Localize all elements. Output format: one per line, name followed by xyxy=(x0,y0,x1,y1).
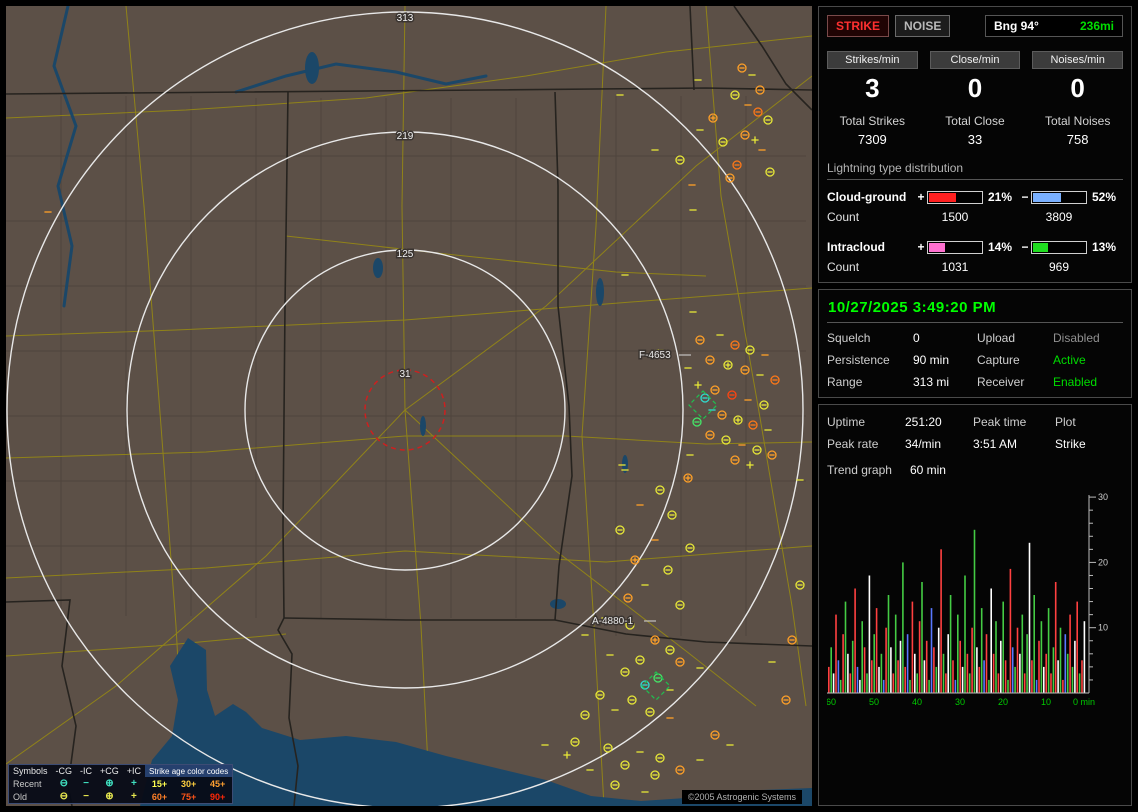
total-counters: Total Strikes 7309 Total Close 33 Total … xyxy=(827,114,1123,147)
total-noises: Total Noises 758 xyxy=(1044,114,1111,147)
total-strikes: Total Strikes 7309 xyxy=(839,114,905,147)
noises-per-min: Noises/min 0 xyxy=(1032,51,1123,104)
age-code-90: 90+ xyxy=(210,791,226,802)
old-ic-plus-icon: + xyxy=(130,791,137,802)
stats-box: STRIKE NOISE Bng 94° 236mi Strikes/min 3… xyxy=(818,6,1132,283)
ic-neg-bar xyxy=(1031,240,1087,254)
cg-neg-bar xyxy=(1031,190,1087,204)
ring-label-31: 31 xyxy=(399,369,411,380)
ring-label-313: 313 xyxy=(397,13,414,24)
svg-text:60: 60 xyxy=(827,697,836,707)
lightning-map[interactable]: 313 219 125 31 F-4653 A-4880-1 xyxy=(6,6,812,806)
datetime-display: 10/27/2025 3:49:20 PM xyxy=(828,299,997,316)
legend-col-pos-cg: +CG xyxy=(100,766,119,776)
plus-sign: + xyxy=(917,190,925,204)
recent-cg-plus-icon: ⊕ xyxy=(105,778,114,789)
ring-label-125: 125 xyxy=(397,249,414,260)
strike-legend: Symbols -CG -IC +CG +IC Strike age color… xyxy=(8,764,234,804)
rate-counters: Strikes/min 3 Close/min 0 Noises/min 0 xyxy=(827,51,1123,104)
svg-text:10: 10 xyxy=(1098,623,1108,633)
close-per-min-value: 0 xyxy=(967,73,983,103)
minus-sign: − xyxy=(1021,240,1029,254)
upload-status: Disabled xyxy=(1053,331,1100,345)
trend-graph: 30 20 10 60 50 40 30 20 10 0 min xyxy=(827,492,1108,707)
recent-ic-plus-icon: + xyxy=(130,778,137,789)
legend-recent-label: Recent xyxy=(13,778,42,789)
age-code-30: 30+ xyxy=(180,778,197,789)
legend-age-title: Strike age color codes xyxy=(145,765,233,777)
close-per-min: Close/min 0 xyxy=(929,51,1021,104)
plus-sign: + xyxy=(917,240,925,254)
distribution-title: Lightning type distribution xyxy=(827,161,1123,180)
strikes-per-min-value: 3 xyxy=(865,73,880,103)
trend-graph-label: Trend graph xyxy=(827,463,892,477)
age-code-60: 60+ xyxy=(151,791,168,802)
status-box: 10/27/2025 3:49:20 PM Squelch 0 Upload D… xyxy=(818,289,1132,398)
legend-col-pos-ic: +IC xyxy=(126,766,142,776)
legend-col-neg-cg: -CG xyxy=(55,766,73,776)
close-per-min-label: Close/min xyxy=(929,51,1021,69)
noises-per-min-label: Noises/min xyxy=(1032,51,1123,69)
strike-button[interactable]: STRIKE xyxy=(827,15,890,37)
trend-box: Uptime 251:20 Peak time Plot Peak rate 3… xyxy=(818,404,1132,806)
receiver-status: Enabled xyxy=(1053,375,1098,389)
cloud-ground-counts: Count 1500 3809 xyxy=(827,210,1073,224)
total-close: Total Close 33 xyxy=(945,114,1005,147)
bearing-display: Bng 94° 236mi xyxy=(985,15,1123,37)
noise-button[interactable]: NOISE xyxy=(895,15,951,37)
ic-pos-bar xyxy=(927,240,983,254)
recent-cg-minus-icon: ⊖ xyxy=(59,778,68,789)
ring-label-219: 219 xyxy=(397,131,414,142)
svg-text:20: 20 xyxy=(998,697,1008,707)
control-panel: STRIKE NOISE Bng 94° 236mi Strikes/min 3… xyxy=(818,6,1132,806)
age-code-45: 45+ xyxy=(210,778,226,789)
age-code-75: 75+ xyxy=(180,791,197,802)
bearing-range: 236mi xyxy=(1079,19,1114,33)
recent-ic-minus-icon: − xyxy=(83,778,89,789)
svg-text:30: 30 xyxy=(955,697,965,707)
bearing-label: Bng 94° xyxy=(994,19,1039,33)
age-code-15: 15+ xyxy=(151,778,168,789)
map-panel[interactable]: 313 219 125 31 F-4653 A-4880-1 Symbols -CG -… xyxy=(6,6,812,806)
app-root: 313 219 125 31 F-4653 A-4880-1 Symbols -CG -… xyxy=(0,0,1138,812)
svg-text:50: 50 xyxy=(869,697,879,707)
svg-text:30: 30 xyxy=(1098,492,1108,502)
legend-symbols-title: Symbols xyxy=(13,766,48,776)
capture-status: Active xyxy=(1053,353,1086,367)
trend-window: 60 min xyxy=(909,463,946,477)
copyright-notice: ©2005 Astrogenic Systems xyxy=(681,790,802,804)
svg-text:0 min: 0 min xyxy=(1073,697,1095,707)
svg-text:10: 10 xyxy=(1041,697,1051,707)
intracloud-counts: Count 1031 969 xyxy=(827,260,1070,274)
uptime-grid: Uptime 251:20 Peak time Plot Peak rate 3… xyxy=(827,415,1086,451)
old-ic-minus-icon: − xyxy=(83,791,89,802)
strikes-per-min: Strikes/min 3 xyxy=(827,51,918,104)
divider xyxy=(827,322,1123,323)
old-cg-plus-icon: ⊕ xyxy=(105,791,114,802)
strikes-per-min-label: Strikes/min xyxy=(827,51,918,69)
cell-label: A-4880-1 xyxy=(592,616,634,627)
minus-sign: − xyxy=(1021,190,1029,204)
noises-per-min-value: 0 xyxy=(1070,73,1085,103)
cell-label: F-4653 xyxy=(639,350,671,361)
cg-pos-bar xyxy=(927,190,983,204)
intracloud-row: Intracloud + 14% − 13% xyxy=(827,240,1117,254)
legend-col-neg-ic: -IC xyxy=(80,766,93,776)
cloud-ground-row: Cloud-ground + 21% − 52% xyxy=(827,190,1117,204)
svg-text:20: 20 xyxy=(1098,557,1108,567)
old-cg-minus-icon: ⊖ xyxy=(59,791,68,802)
legend-old-label: Old xyxy=(13,791,28,802)
svg-text:40: 40 xyxy=(912,697,922,707)
status-grid: Squelch 0 Upload Disabled Persistence 90… xyxy=(827,331,1123,389)
